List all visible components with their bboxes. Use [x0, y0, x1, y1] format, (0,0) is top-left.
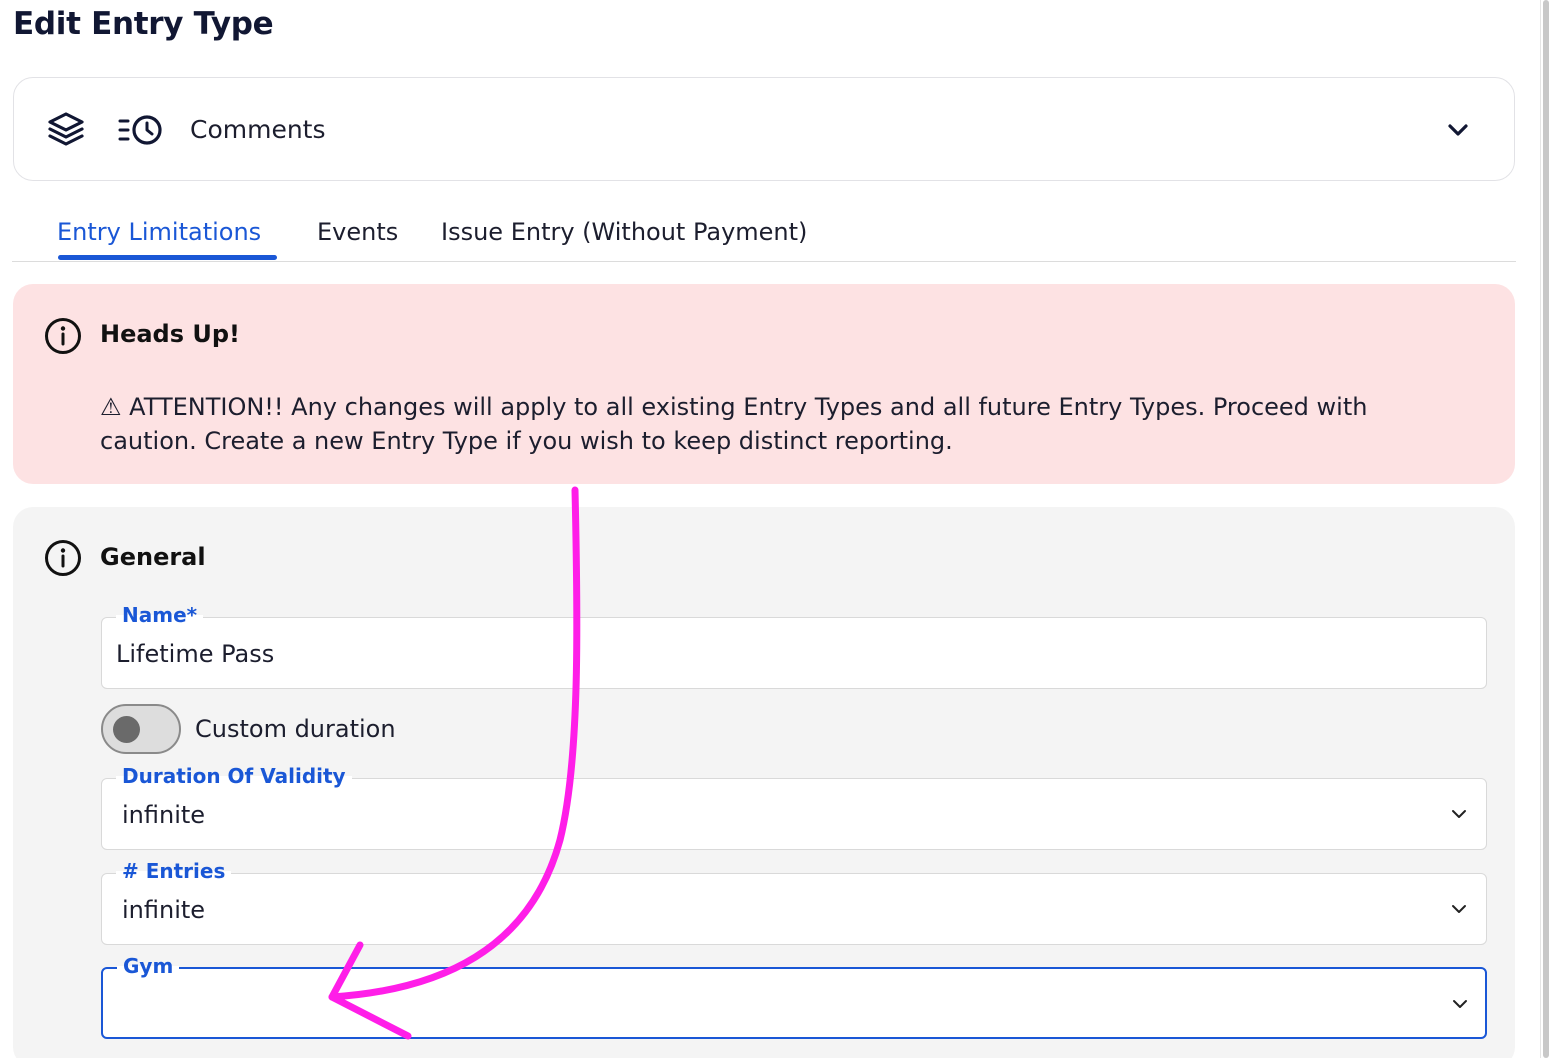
entries-field-label: # Entries: [116, 859, 232, 883]
chevron-down-icon[interactable]: [1448, 803, 1470, 825]
tab-issue-entry[interactable]: Issue Entry (Without Payment): [441, 218, 807, 246]
duration-field-label: Duration Of Validity: [116, 764, 352, 788]
alert-message: ⚠ ATTENTION!! Any changes will apply to …: [100, 393, 1368, 455]
gym-field-label: Gym: [117, 954, 180, 978]
alert-title: Heads Up!: [100, 320, 240, 348]
custom-duration-toggle[interactable]: [101, 704, 181, 754]
chevron-down-icon[interactable]: [1448, 898, 1470, 920]
custom-duration-label: Custom duration: [195, 715, 396, 743]
chevron-down-icon[interactable]: [1444, 116, 1472, 144]
scrollbar-thumb[interactable]: [1543, 0, 1549, 1058]
entries-select[interactable]: # Entries infinite: [101, 859, 1487, 945]
general-section: General Name* Lifetime Pass Custom durat…: [13, 507, 1515, 1058]
active-tab-indicator: [58, 255, 277, 260]
heads-up-alert: Heads Up! ⚠ ATTENTION!! Any changes will…: [13, 284, 1515, 484]
selector-label: Comments: [190, 115, 326, 144]
name-field-value[interactable]: Lifetime Pass: [116, 640, 274, 668]
entry-type-selector[interactable]: Comments: [13, 77, 1515, 181]
info-icon: [45, 540, 81, 576]
entries-field-value: infinite: [122, 896, 206, 924]
gym-select[interactable]: Gym: [101, 954, 1487, 1039]
section-title: General: [100, 543, 206, 571]
tab-events[interactable]: Events: [317, 218, 398, 246]
duration-of-validity-select[interactable]: Duration Of Validity infinite: [101, 764, 1487, 850]
tab-entry-limitations[interactable]: Entry Limitations: [57, 218, 261, 246]
duration-field-value: infinite: [122, 801, 206, 829]
tab-bar: Entry Limitations Events Issue Entry (Wi…: [12, 210, 1516, 262]
toggle-knob: [113, 716, 140, 743]
page-title: Edit Entry Type: [13, 6, 274, 42]
chevron-down-icon[interactable]: [1449, 993, 1471, 1015]
history-icon: [118, 115, 162, 145]
name-field[interactable]: Name* Lifetime Pass: [101, 603, 1487, 689]
layers-icon: [48, 112, 84, 146]
info-icon: [45, 318, 81, 354]
name-field-label: Name*: [116, 603, 204, 627]
